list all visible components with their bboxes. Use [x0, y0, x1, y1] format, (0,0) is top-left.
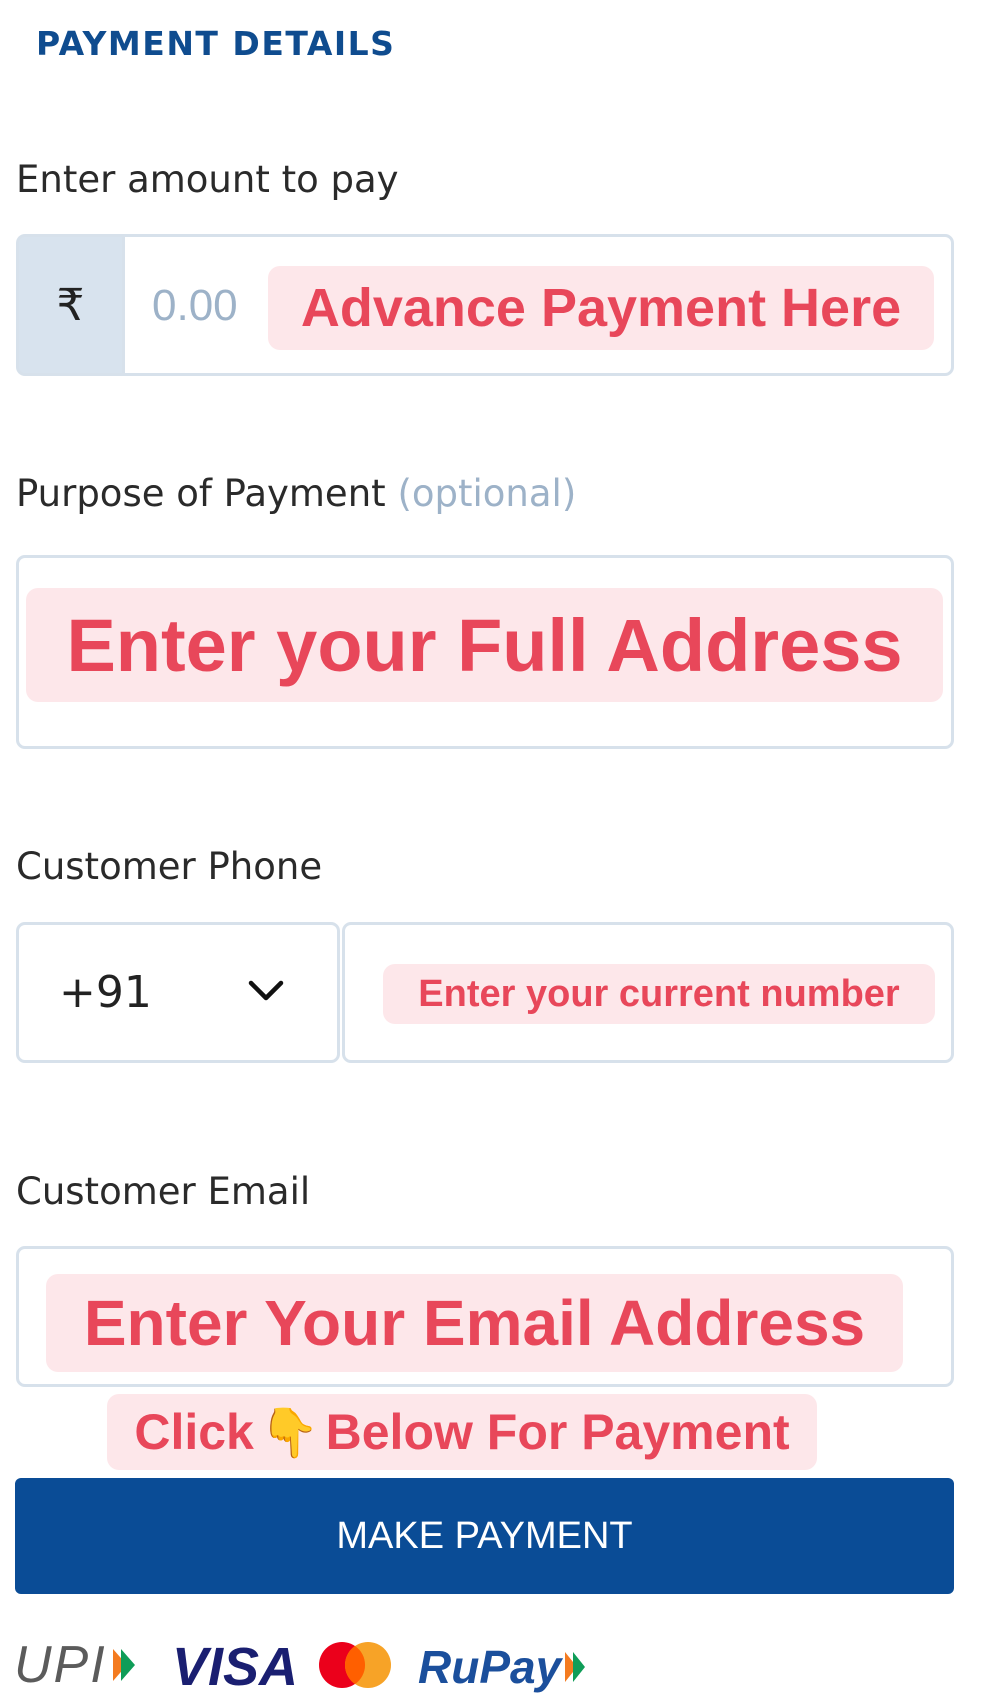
page-title: PAYMENT DETAILS [36, 24, 396, 63]
rupee-icon: ₹ [56, 279, 85, 331]
hint-text-after: Below For Payment [325, 1404, 790, 1460]
amount-input[interactable] [152, 268, 256, 344]
upi-arrow-icon [112, 1649, 135, 1681]
amount-overlay-banner: Advance Payment Here [268, 266, 934, 350]
phone-label: Customer Phone [16, 845, 323, 888]
rupay-logo: RuPay [418, 1640, 589, 1694]
make-payment-button[interactable]: MAKE PAYMENT [15, 1478, 954, 1594]
upi-logo-text: UPI [14, 1636, 107, 1694]
hint-text-before: Click [134, 1404, 254, 1460]
country-code-select[interactable]: +91 [16, 922, 340, 1063]
payment-hint-banner: Click 👇 Below For Payment [107, 1394, 817, 1470]
amount-label: Enter amount to pay [16, 158, 399, 201]
country-code-value: +91 [59, 967, 152, 1018]
chevron-down-icon [248, 980, 284, 1001]
pointing-hand-icon: 👇 [259, 1406, 320, 1460]
currency-addon: ₹ [16, 234, 122, 376]
purpose-overlay-banner: Enter your Full Address [26, 588, 943, 702]
email-label: Customer Email [16, 1170, 311, 1213]
purpose-label-text: Purpose of Payment [16, 472, 386, 515]
visa-logo: VISA [172, 1637, 299, 1697]
rupay-logo-text: RuPay [418, 1641, 562, 1693]
email-overlay-banner: Enter Your Email Address [46, 1274, 903, 1372]
rupay-arrow-icon [565, 1652, 586, 1682]
purpose-label: Purpose of Payment (optional) [16, 472, 576, 515]
phone-overlay-banner: Enter your current number [383, 964, 935, 1024]
mastercard-logo-icon [319, 1642, 391, 1688]
optional-tag: (optional) [397, 472, 577, 515]
